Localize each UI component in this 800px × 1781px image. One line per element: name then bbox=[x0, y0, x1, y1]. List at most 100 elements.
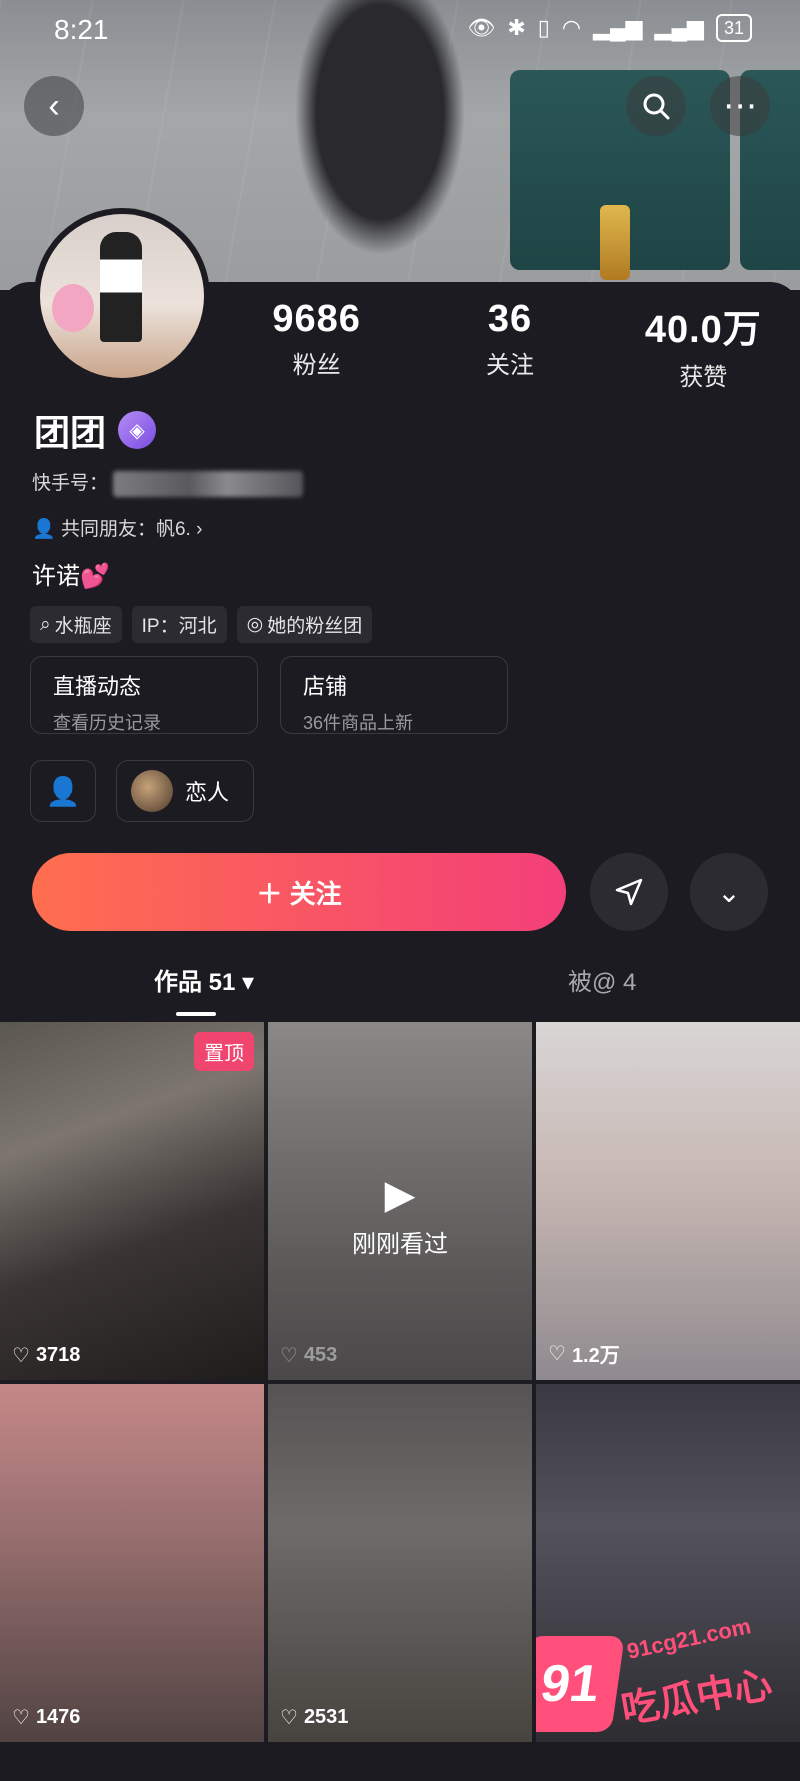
stat-fans-value: 9686 bbox=[272, 298, 361, 340]
video-thumbnail[interactable]: ♡ 2531 bbox=[268, 1384, 532, 1742]
shop-card[interactable]: 店铺 36件商品上新 bbox=[280, 656, 508, 734]
stat-following-value: 36 bbox=[487, 298, 533, 340]
profile-bio: 许诺💕 bbox=[32, 563, 110, 590]
video-likes: ♡ 2531 bbox=[280, 1705, 348, 1730]
shop-title: 店铺 bbox=[303, 674, 348, 699]
video-likes: ♡ 3718 bbox=[12, 1343, 80, 1368]
back-button[interactable]: ‹ bbox=[24, 76, 84, 136]
kuaishou-id-row: 快手号： bbox=[32, 468, 304, 497]
search-button[interactable] bbox=[626, 76, 686, 136]
follow-label: ＋ 关注 bbox=[256, 878, 342, 909]
video-thumbnail[interactable]: ♡ 1476 bbox=[0, 1384, 264, 1742]
heart-icon: ♡ bbox=[280, 1707, 298, 1729]
tag-fan-club-text: 她的粉丝团 bbox=[267, 616, 363, 637]
4g-signal-icon: ▂▄▆ bbox=[593, 15, 643, 40]
more-button[interactable]: ⋯ bbox=[710, 76, 770, 136]
stat-fans[interactable]: 9686 粉丝 bbox=[220, 298, 413, 392]
lover-avatar bbox=[131, 770, 173, 812]
tag-zodiac-text: 水瓶座 bbox=[54, 616, 112, 637]
stat-likes[interactable]: 40.0万 获赞 bbox=[607, 298, 800, 392]
kuaishou-id-redacted bbox=[113, 470, 304, 497]
heart-icon: ♡ bbox=[12, 1345, 30, 1367]
send-message-button[interactable] bbox=[590, 853, 668, 931]
video-likes-count: 1476 bbox=[35, 1706, 81, 1728]
battery-indicator: 31 bbox=[715, 14, 752, 42]
lover-button[interactable]: 恋人 bbox=[116, 760, 255, 822]
shop-subtitle: 36件商品上新 bbox=[303, 713, 414, 733]
lover-label: 恋人 bbox=[185, 780, 230, 805]
tag-ip: IP：河北 bbox=[131, 606, 227, 643]
more-dots-icon: ⋯ bbox=[723, 87, 757, 125]
tab-mentioned[interactable]: 被@ 4 bbox=[568, 962, 636, 997]
video-likes-count: 3718 bbox=[35, 1344, 81, 1366]
chevron-down-icon: ⌄ bbox=[717, 876, 741, 908]
profile-cards: 直播动态 查看历史记录 店铺 36件商品上新 bbox=[30, 656, 508, 734]
avatar-plush bbox=[52, 284, 94, 332]
content-tabs: 作品 51 ▾ 被@ 4 bbox=[0, 962, 800, 1022]
add-friend-button[interactable]: 👤 bbox=[30, 760, 96, 822]
wifi-icon: ◠ bbox=[561, 15, 582, 40]
profile-name: 团团 bbox=[34, 412, 107, 453]
status-icons: 👁 ✱ ▯ ◠ ▂▄▆ ▂▄▆ 31 bbox=[467, 14, 752, 42]
video-thumbnail[interactable]: ♡ 1.2万 bbox=[536, 1022, 800, 1380]
mutual-friends-row[interactable]: 👤 共同朋友：帆6. › bbox=[32, 514, 202, 541]
heart-icon: ♡ bbox=[548, 1343, 566, 1365]
tag-fan-club[interactable]: ◎ 她的粉丝团 bbox=[236, 606, 373, 643]
eye-icon: ◎ bbox=[246, 614, 264, 635]
video-likes: ♡ 1476 bbox=[12, 1705, 80, 1730]
recently-watched-label: 刚刚看过 bbox=[352, 1231, 448, 1258]
status-bar: 8:21 👁 ✱ ▯ ◠ ▂▄▆ ▂▄▆ 31 bbox=[0, 0, 800, 64]
video-thumbnail[interactable]: 91 91cg21.com 吃瓜中心 bbox=[536, 1384, 800, 1742]
watermark-badge: 91 bbox=[536, 1636, 625, 1732]
watermark-site: 91cg21.com bbox=[624, 1613, 754, 1664]
cover-bottle bbox=[600, 205, 630, 280]
video-thumbnail[interactable]: 置顶 ♡ 3718 bbox=[0, 1022, 264, 1380]
avatar[interactable] bbox=[34, 208, 210, 384]
watermark: 91 91cg21.com 吃瓜中心 bbox=[536, 1613, 782, 1742]
avatar-image bbox=[40, 214, 204, 378]
name-row: 团团 ◈ bbox=[34, 404, 157, 456]
eye-icon: 👁 bbox=[467, 15, 496, 40]
avatar-figure bbox=[100, 232, 142, 342]
bluetooth-icon: ✱ bbox=[507, 15, 526, 40]
video-likes-count: 1.2万 bbox=[571, 1345, 620, 1367]
live-history-card[interactable]: 直播动态 查看历史记录 bbox=[30, 656, 258, 734]
tab-underline bbox=[176, 1012, 216, 1016]
follow-button[interactable]: ＋ 关注 bbox=[32, 853, 566, 931]
stat-likes-label: 获赞 bbox=[679, 364, 728, 391]
stat-fans-label: 粉丝 bbox=[292, 352, 341, 379]
verified-badge-icon[interactable]: ◈ bbox=[118, 411, 157, 449]
5g-signal-icon: ▂▄▆ bbox=[654, 15, 704, 40]
profile-tags: ⌕ 水瓶座 IP：河北 ◎ 她的粉丝团 bbox=[30, 606, 373, 643]
video-likes: ♡ 1.2万 bbox=[548, 1339, 620, 1368]
chevron-left-icon: ‹ bbox=[48, 86, 60, 125]
stat-following[interactable]: 36 关注 bbox=[413, 298, 606, 392]
live-history-subtitle: 查看历史记录 bbox=[53, 713, 161, 733]
video-likes: ♡ 453 bbox=[280, 1343, 337, 1368]
vibrate-icon: ▯ bbox=[537, 15, 550, 40]
search-icon: ⌕ bbox=[40, 613, 51, 635]
play-icon: ▶ bbox=[384, 1173, 416, 1217]
kuaishou-id-label: 快手号： bbox=[32, 473, 109, 494]
chevron-right-icon: › bbox=[196, 519, 203, 540]
expand-button[interactable]: ⌄ bbox=[690, 853, 768, 931]
search-icon bbox=[643, 93, 670, 120]
video-thumbnail[interactable]: ▶ 刚刚看过 ♡ 453 bbox=[268, 1022, 532, 1380]
status-time: 8:21 bbox=[54, 14, 109, 45]
stat-following-label: 关注 bbox=[485, 352, 534, 379]
person-icon: 👤 bbox=[32, 519, 56, 540]
video-likes-count: 453 bbox=[303, 1344, 338, 1366]
video-grid: 置顶 ♡ 3718 ▶ 刚刚看过 ♡ 453 ♡ 1.2万 ♡ 1476 ♡ 2531 9… bbox=[0, 1022, 800, 1742]
tag-ip-text: IP：河北 bbox=[141, 616, 217, 637]
video-likes-count: 2531 bbox=[303, 1706, 349, 1728]
pinned-badge: 置顶 bbox=[194, 1032, 254, 1071]
heart-icon: ♡ bbox=[12, 1707, 30, 1729]
send-icon bbox=[615, 878, 643, 906]
mutual-friends-label: 共同朋友： bbox=[60, 519, 156, 540]
profile-stats: 9686 粉丝 36 关注 40.0万 获赞 bbox=[220, 298, 800, 392]
heart-icon: ♡ bbox=[280, 1345, 298, 1367]
tab-works[interactable]: 作品 51 ▾ bbox=[154, 962, 254, 997]
tag-zodiac[interactable]: ⌕ 水瓶座 bbox=[30, 606, 122, 643]
live-history-title: 直播动态 bbox=[53, 674, 142, 699]
add-person-icon: 👤 bbox=[45, 775, 81, 807]
